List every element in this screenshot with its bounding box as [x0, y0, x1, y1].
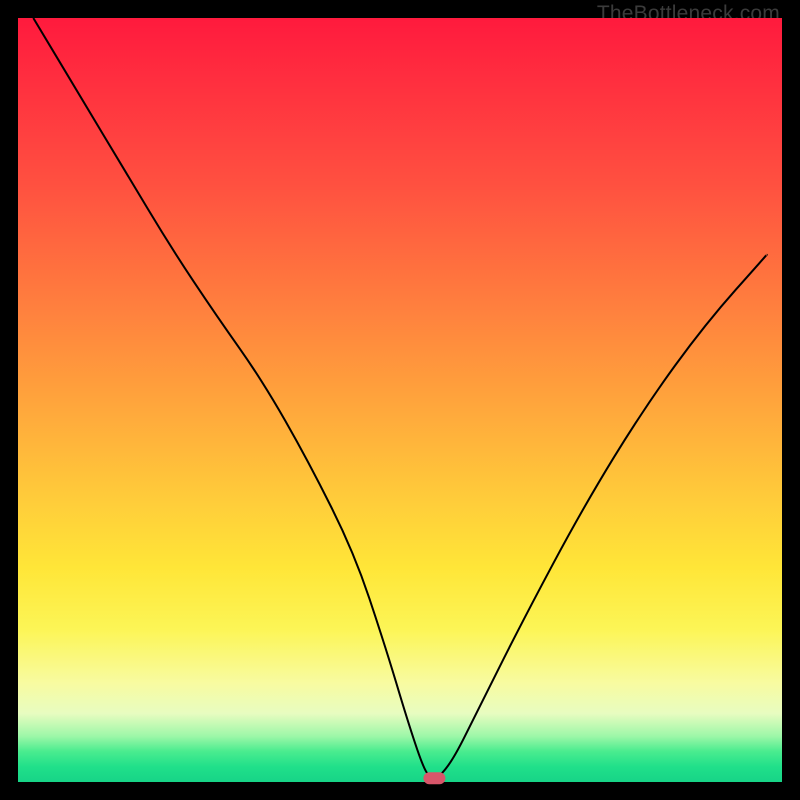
bottleneck-curve [33, 18, 766, 778]
minimum-marker [423, 772, 445, 784]
chart-frame: TheBottleneck.com [0, 0, 800, 800]
plot-svg [18, 18, 782, 782]
plot-area [18, 18, 782, 782]
